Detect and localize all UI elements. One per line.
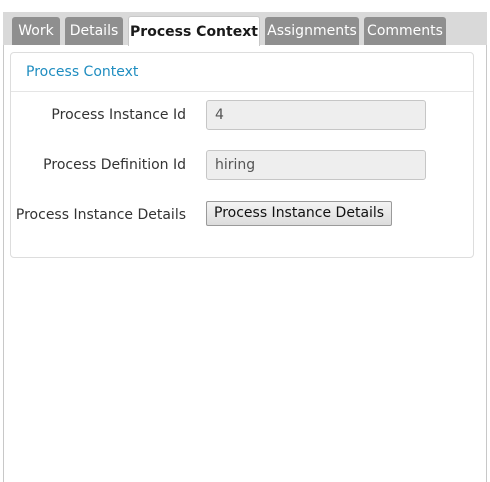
tab-details[interactable]: Details	[65, 17, 123, 45]
tab-comments[interactable]: Comments	[364, 17, 446, 45]
tab-process-context[interactable]: Process Context	[128, 16, 260, 46]
tab-assignments[interactable]: Assignments	[265, 17, 359, 45]
panel-heading: Process Context	[11, 53, 473, 92]
process-context-panel: Process Context Process Instance Id 4 Pr…	[10, 52, 474, 258]
process-instance-id-field[interactable]: 4	[206, 100, 426, 130]
process-definition-id-label: Process Definition Id	[43, 157, 186, 173]
process-instance-details-button[interactable]: Process Instance Details	[206, 201, 393, 226]
tab-work[interactable]: Work	[12, 17, 60, 45]
process-instance-details-label: Process Instance Details	[15, 207, 186, 223]
process-instance-id-label: Process Instance Id	[51, 107, 186, 123]
process-definition-id-field[interactable]: hiring	[206, 150, 426, 180]
